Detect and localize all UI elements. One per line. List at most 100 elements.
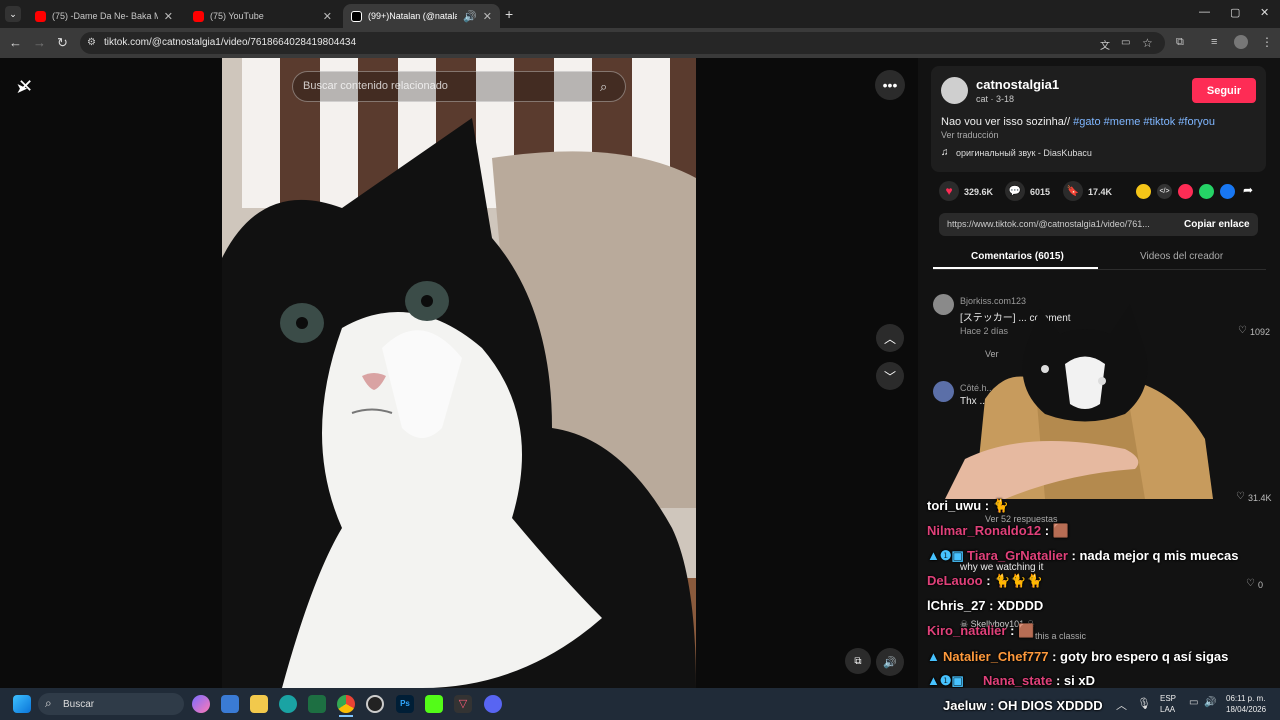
profile-avatar[interactable] <box>1234 35 1248 49</box>
new-tab-button[interactable]: + <box>505 6 513 22</box>
comments-count: 6015 <box>1030 187 1051 197</box>
edge-icon[interactable] <box>279 695 297 713</box>
audio-icon[interactable]: 🔊 <box>463 10 477 23</box>
comment-likes[interactable]: 1092 <box>1250 327 1270 337</box>
copy-link-button[interactable]: Copiar enlace <box>1184 219 1250 230</box>
hashtag[interactable]: #tiktok <box>1143 116 1175 128</box>
close-icon[interactable]: ✕ <box>164 10 173 23</box>
translate-link[interactable]: Ver traducción <box>941 130 999 140</box>
whatsapp-icon[interactable] <box>1199 184 1214 199</box>
clock-time[interactable]: 06:11 p. m. <box>1226 694 1265 703</box>
tab-tiktok[interactable]: (99+)Natalan (@natalanx) | 🔊 ✕ <box>343 4 500 28</box>
video-player[interactable] <box>222 58 696 688</box>
file-explorer-icon[interactable] <box>250 695 268 713</box>
follow-label: Seguir <box>1206 84 1242 97</box>
reload-button[interactable]: ↻ <box>57 35 68 51</box>
back-button[interactable]: ← <box>9 35 22 50</box>
windows-start-icon[interactable] <box>13 695 31 713</box>
more-options-button[interactable]: ••• <box>875 70 905 100</box>
taskbar-search[interactable] <box>38 693 184 715</box>
clock-date[interactable]: 18/04/2026 <box>1226 705 1266 714</box>
maximize-button[interactable]: ▢ <box>1230 6 1240 19</box>
hashtag[interactable]: #meme <box>1104 116 1141 128</box>
share-link[interactable]: https://www.tiktok.com/@catnostalgia1/vi… <box>947 219 1150 229</box>
comment-icon[interactable]: 💬 <box>1005 181 1025 201</box>
tab-youtube[interactable]: (75) YouTube ✕ <box>185 4 340 28</box>
discord-icon[interactable] <box>484 695 502 713</box>
copilot-icon[interactable] <box>192 695 210 713</box>
close-window-button[interactable]: ✕ <box>1260 6 1269 19</box>
excel-icon[interactable] <box>308 695 326 713</box>
share-arrow-icon[interactable]: ➦ <box>1243 183 1253 197</box>
streamer-app-icon[interactable]: ▽ <box>454 695 472 713</box>
obs-icon[interactable] <box>366 695 384 713</box>
author-username[interactable]: catnostalgia1 <box>976 77 1059 92</box>
chrome-icon[interactable] <box>337 695 355 713</box>
follow-button[interactable]: Seguir <box>1192 78 1256 103</box>
url-text[interactable]: tiktok.com/@catnostalgia1/video/76186640… <box>104 37 356 48</box>
next-video-button[interactable]: ﹀ <box>876 362 904 390</box>
coin-icon[interactable] <box>1136 184 1151 199</box>
search-icon: ⌕ <box>45 696 52 710</box>
chat-user: Nana_state <box>983 673 1053 688</box>
store-icon[interactable] <box>221 695 239 713</box>
video-description: Nao vou ver isso sozinha// #gato #meme #… <box>941 116 1215 128</box>
chat-text: : 🟫 <box>1041 523 1069 538</box>
tab-title: (75) YouTube <box>210 11 264 21</box>
chat-text: : OH DIOS XDDDD <box>986 698 1103 713</box>
hashtag[interactable]: #foryou <box>1178 116 1215 128</box>
translate-icon[interactable]: 文 <box>1100 37 1110 52</box>
chat-message: ▲❶▣ Tiara_GrNatalier : nada mejor q mis m… <box>927 548 1238 564</box>
volume-tray-icon[interactable]: 🔊 <box>1204 697 1216 708</box>
heart-outline-icon[interactable]: ♡ <box>1238 325 1247 336</box>
comment-text: this a classic <box>1035 631 1087 641</box>
pip-icon[interactable]: ⧉ <box>845 648 871 674</box>
site-info-icon[interactable]: ⚙ <box>87 37 96 48</box>
chat-message: Jaeluw : OH DIOS XDDDD <box>925 698 1103 713</box>
heart-icon[interactable]: ♥ <box>939 181 959 201</box>
tab-creator-videos[interactable]: Videos del creador <box>1140 251 1223 262</box>
tab-comments[interactable]: Comentarios (6015) <box>971 251 1064 262</box>
tray-chevron-icon[interactable]: ︿ <box>1116 697 1127 713</box>
photoshop-icon[interactable]: Ps <box>396 695 414 713</box>
bookmark-icon[interactable]: 🔖 <box>1063 181 1083 201</box>
microphone-icon[interactable]: 🎙 <box>1137 697 1151 710</box>
mouse-cursor-icon: ➤ <box>16 80 28 96</box>
sound-name[interactable]: оригинальный звук - DiasKubacu <box>956 148 1092 158</box>
embed-icon[interactable]: </> <box>1157 184 1172 199</box>
tab-search-button[interactable]: ⌄ <box>5 6 21 22</box>
avatar[interactable] <box>941 77 968 104</box>
heart-outline-icon[interactable]: ♡ <box>1246 578 1255 589</box>
send-icon[interactable] <box>1178 184 1193 199</box>
menu-icon[interactable]: ⋮ <box>1261 35 1273 49</box>
forward-button[interactable]: → <box>33 35 46 50</box>
description-text: Nao vou ver isso sozinha// <box>941 116 1071 128</box>
language-top[interactable]: ESP <box>1160 694 1176 703</box>
kitten-towel-picture <box>945 304 1213 499</box>
close-icon[interactable]: ✕ <box>483 10 492 23</box>
volume-icon[interactable]: 🔊 <box>876 648 904 676</box>
minimize-button[interactable]: — <box>1199 6 1210 18</box>
hashtag[interactable]: #gato <box>1073 116 1101 128</box>
facebook-icon[interactable] <box>1220 184 1235 199</box>
cast-icon[interactable]: ▭ <box>1121 37 1130 48</box>
kick-icon[interactable] <box>425 695 443 713</box>
heart-outline-icon[interactable]: ♡ <box>1236 491 1245 502</box>
likes-count: 329.6K <box>964 187 994 197</box>
comment-likes[interactable]: 31.4K <box>1248 493 1272 503</box>
search-icon[interactable]: ⌕ <box>600 79 607 95</box>
extensions-icon[interactable]: ⧉ <box>1176 36 1184 49</box>
bookmark-star-icon[interactable]: ☆ <box>1142 36 1153 50</box>
chat-text: : goty bro espero q así sigas <box>1048 649 1229 664</box>
media-control-icon[interactable]: ≡ <box>1211 36 1217 48</box>
language-bottom[interactable]: LAA <box>1160 705 1175 714</box>
tab-title: (99+)Natalan (@natalanx) | <box>368 11 458 21</box>
comment-likes[interactable]: 0 <box>1258 580 1263 590</box>
previous-video-button[interactable]: ︿ <box>876 324 904 352</box>
close-icon[interactable]: ✕ <box>323 10 332 23</box>
chat-user: lChris_27 <box>927 598 986 613</box>
network-icon[interactable]: ▭ <box>1189 697 1198 708</box>
badge-icon: ▲❶▣ <box>927 673 964 688</box>
tab-dame-da-ne[interactable]: (75) -Dame Da Ne- Baka Mitai ✕ <box>27 4 181 28</box>
chat-text: : 🟫 <box>1006 623 1035 638</box>
